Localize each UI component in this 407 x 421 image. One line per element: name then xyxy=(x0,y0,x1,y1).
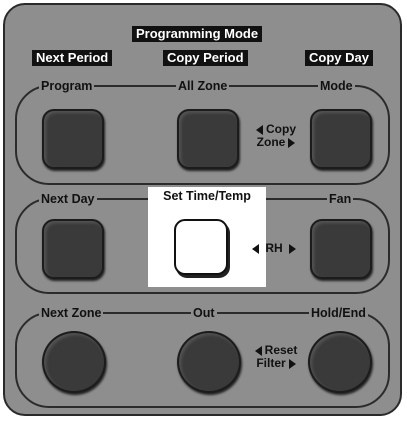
out-button[interactable] xyxy=(177,331,241,393)
copy-day-label: Copy Day xyxy=(305,50,373,66)
set-time-temp-highlight: Set Time/Temp xyxy=(148,187,266,287)
programming-mode-label: Programming Mode xyxy=(132,26,263,42)
hold-end-label: Hold/End xyxy=(309,306,368,320)
next-day-button[interactable] xyxy=(42,219,104,279)
next-day-label: Next Day xyxy=(39,192,97,206)
all-zone-label: All Zone xyxy=(176,79,230,93)
arrow-left-icon xyxy=(256,124,263,135)
all-zone-button[interactable] xyxy=(177,109,239,169)
arrow-left-icon xyxy=(254,345,262,356)
filter-label: Filter xyxy=(256,356,286,370)
mode-button[interactable] xyxy=(310,109,372,169)
reset-filter-indicator: Reset Filter xyxy=(243,344,309,370)
next-zone-button[interactable] xyxy=(42,331,106,393)
zone-label: Zone xyxy=(256,135,286,149)
fan-button[interactable] xyxy=(310,219,372,279)
next-zone-label: Next Zone xyxy=(39,306,104,320)
rh-indicator: RH xyxy=(238,242,310,255)
set-time-temp-button[interactable] xyxy=(174,219,228,275)
arrow-right-icon xyxy=(288,358,296,369)
program-button[interactable] xyxy=(42,109,104,169)
mode-label: Mode xyxy=(318,79,355,93)
set-time-temp-label: Set Time/Temp xyxy=(148,189,266,203)
out-label: Out xyxy=(191,306,217,320)
fan-label: Fan xyxy=(327,192,354,206)
arrow-left-icon xyxy=(252,243,260,254)
copy-period-label: Copy Period xyxy=(163,50,248,66)
program-label: Program xyxy=(39,79,95,93)
rh-label: RH xyxy=(265,241,283,255)
arrow-right-icon xyxy=(288,243,296,254)
thermostat-keypad-panel: Programming Mode Next Period Copy Period… xyxy=(3,3,402,416)
hold-end-button[interactable] xyxy=(308,331,372,393)
next-period-label: Next Period xyxy=(32,50,113,66)
copy-zone-indicator: Copy Zone xyxy=(245,123,307,149)
arrow-right-icon xyxy=(288,137,296,148)
